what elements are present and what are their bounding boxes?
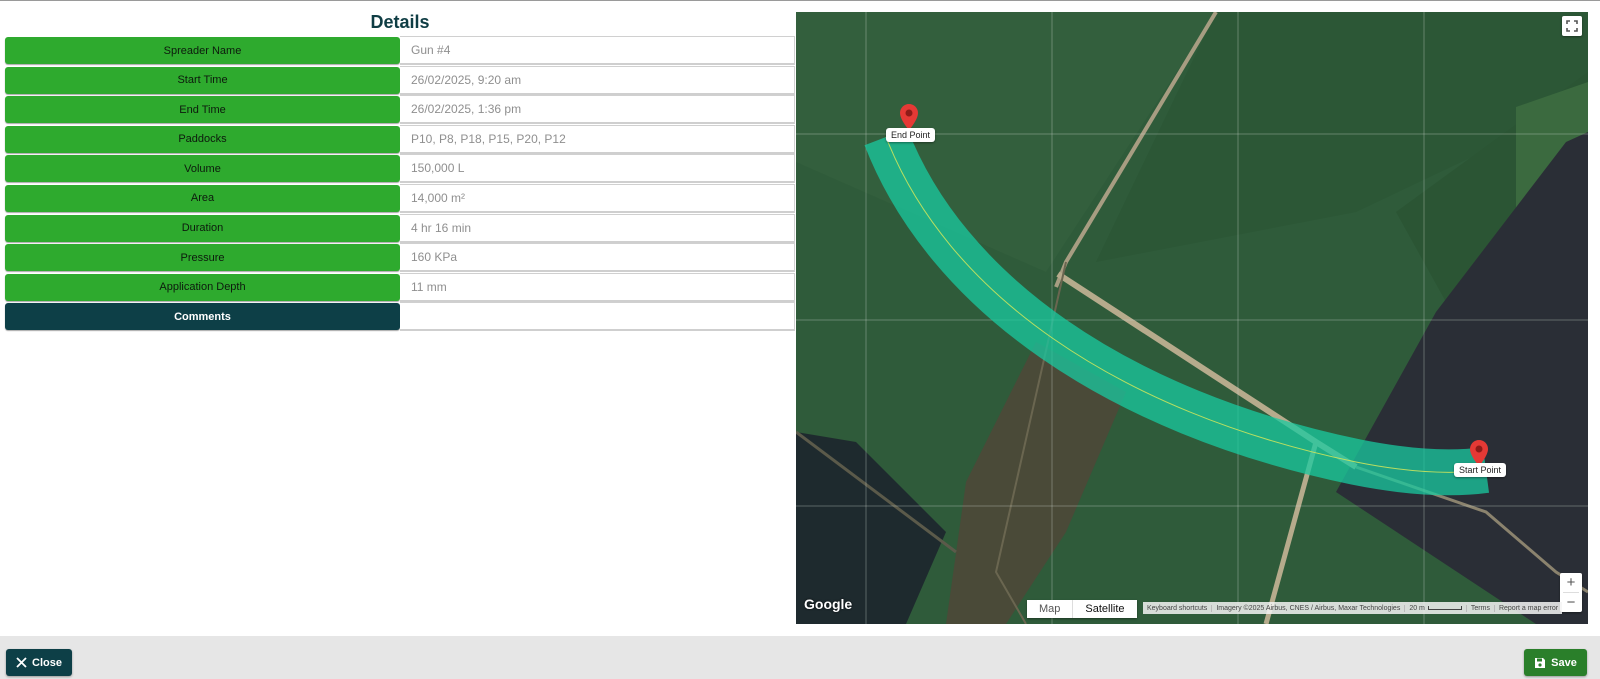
value-spreader-name[interactable]: Gun #4: [400, 36, 795, 65]
row-spreader-name: Spreader Name Gun #4: [5, 36, 795, 66]
map-type-map-button[interactable]: Map: [1027, 600, 1073, 618]
details-title: Details: [370, 12, 430, 32]
save-button[interactable]: Save: [1524, 649, 1587, 676]
end-point-label: End Point: [886, 128, 936, 142]
label-comments: Comments: [5, 303, 400, 331]
row-volume: Volume 150,000 L: [5, 154, 795, 184]
row-comments: Comments: [5, 302, 795, 332]
row-start-time: Start Time 26/02/2025, 9:20 am: [5, 65, 795, 96]
label-spreader-name: Spreader Name: [5, 37, 400, 64]
close-icon: [16, 657, 27, 668]
save-button-label: Save: [1551, 656, 1577, 669]
value-application-depth[interactable]: 11 mm: [400, 272, 795, 302]
google-logo: Google: [804, 596, 853, 612]
satellite-map[interactable]: End Point Start Point + − Google Map Sat…: [796, 12, 1588, 624]
zoom-in-button[interactable]: +: [1560, 573, 1582, 592]
map-type-control: Map Satellite: [1027, 600, 1137, 618]
keyboard-shortcuts-link[interactable]: Keyboard shortcuts: [1143, 604, 1213, 612]
details-table: Spreader Name Gun #4 Start Time 26/02/20…: [5, 36, 795, 332]
label-duration: Duration: [5, 214, 400, 242]
row-application-depth: Application Depth 11 mm: [5, 272, 795, 303]
fullscreen-button[interactable]: [1562, 16, 1582, 36]
save-icon: [1535, 657, 1546, 668]
value-start-time[interactable]: 26/02/2025, 9:20 am: [400, 65, 795, 95]
scale-bar[interactable]: 20 m: [1405, 604, 1467, 612]
comments-input[interactable]: [400, 302, 795, 332]
row-pressure: Pressure 160 KPa: [5, 243, 795, 273]
value-area[interactable]: 14,000 m²: [400, 183, 795, 213]
label-start-time: Start Time: [5, 66, 400, 94]
label-area: Area: [5, 184, 400, 212]
close-button-label: Close: [32, 656, 62, 669]
row-paddocks: Paddocks P10, P8, P18, P15, P20, P12: [5, 124, 795, 155]
start-point-label: Start Point: [1454, 463, 1507, 477]
value-paddocks[interactable]: P10, P8, P18, P15, P20, P12: [400, 124, 795, 154]
zoom-out-button[interactable]: −: [1560, 593, 1582, 612]
map-attribution: Keyboard shortcuts Imagery ©2025 Airbus,…: [1143, 602, 1563, 614]
label-end-time: End Time: [5, 96, 400, 124]
imagery-credit: Imagery ©2025 Airbus, CNES / Airbus, Max…: [1212, 604, 1406, 612]
scale-label: 20 m: [1409, 604, 1425, 612]
map-pin-icon: [900, 104, 918, 130]
row-area: Area 14,000 m²: [5, 183, 795, 214]
row-end-time: End Time 26/02/2025, 1:36 pm: [5, 95, 795, 125]
terms-link[interactable]: Terms: [1467, 604, 1495, 612]
report-error-link[interactable]: Report a map error: [1495, 605, 1562, 612]
footer-bar: [0, 636, 1600, 679]
label-pressure: Pressure: [5, 244, 400, 272]
value-pressure[interactable]: 160 KPa: [400, 243, 795, 273]
row-duration: Duration 4 hr 16 min: [5, 213, 795, 244]
top-border: [0, 0, 1600, 1]
fullscreen-icon: [1566, 20, 1578, 32]
label-application-depth: Application Depth: [5, 273, 400, 301]
close-button[interactable]: Close: [6, 649, 72, 676]
value-duration[interactable]: 4 hr 16 min: [400, 213, 795, 243]
label-volume: Volume: [5, 155, 400, 183]
label-paddocks: Paddocks: [5, 125, 400, 153]
scale-line: [1427, 605, 1462, 610]
value-end-time[interactable]: 26/02/2025, 1:36 pm: [400, 95, 795, 125]
zoom-control: + −: [1560, 573, 1582, 612]
value-volume[interactable]: 150,000 L: [400, 154, 795, 184]
map-type-satellite-button[interactable]: Satellite: [1072, 600, 1137, 618]
